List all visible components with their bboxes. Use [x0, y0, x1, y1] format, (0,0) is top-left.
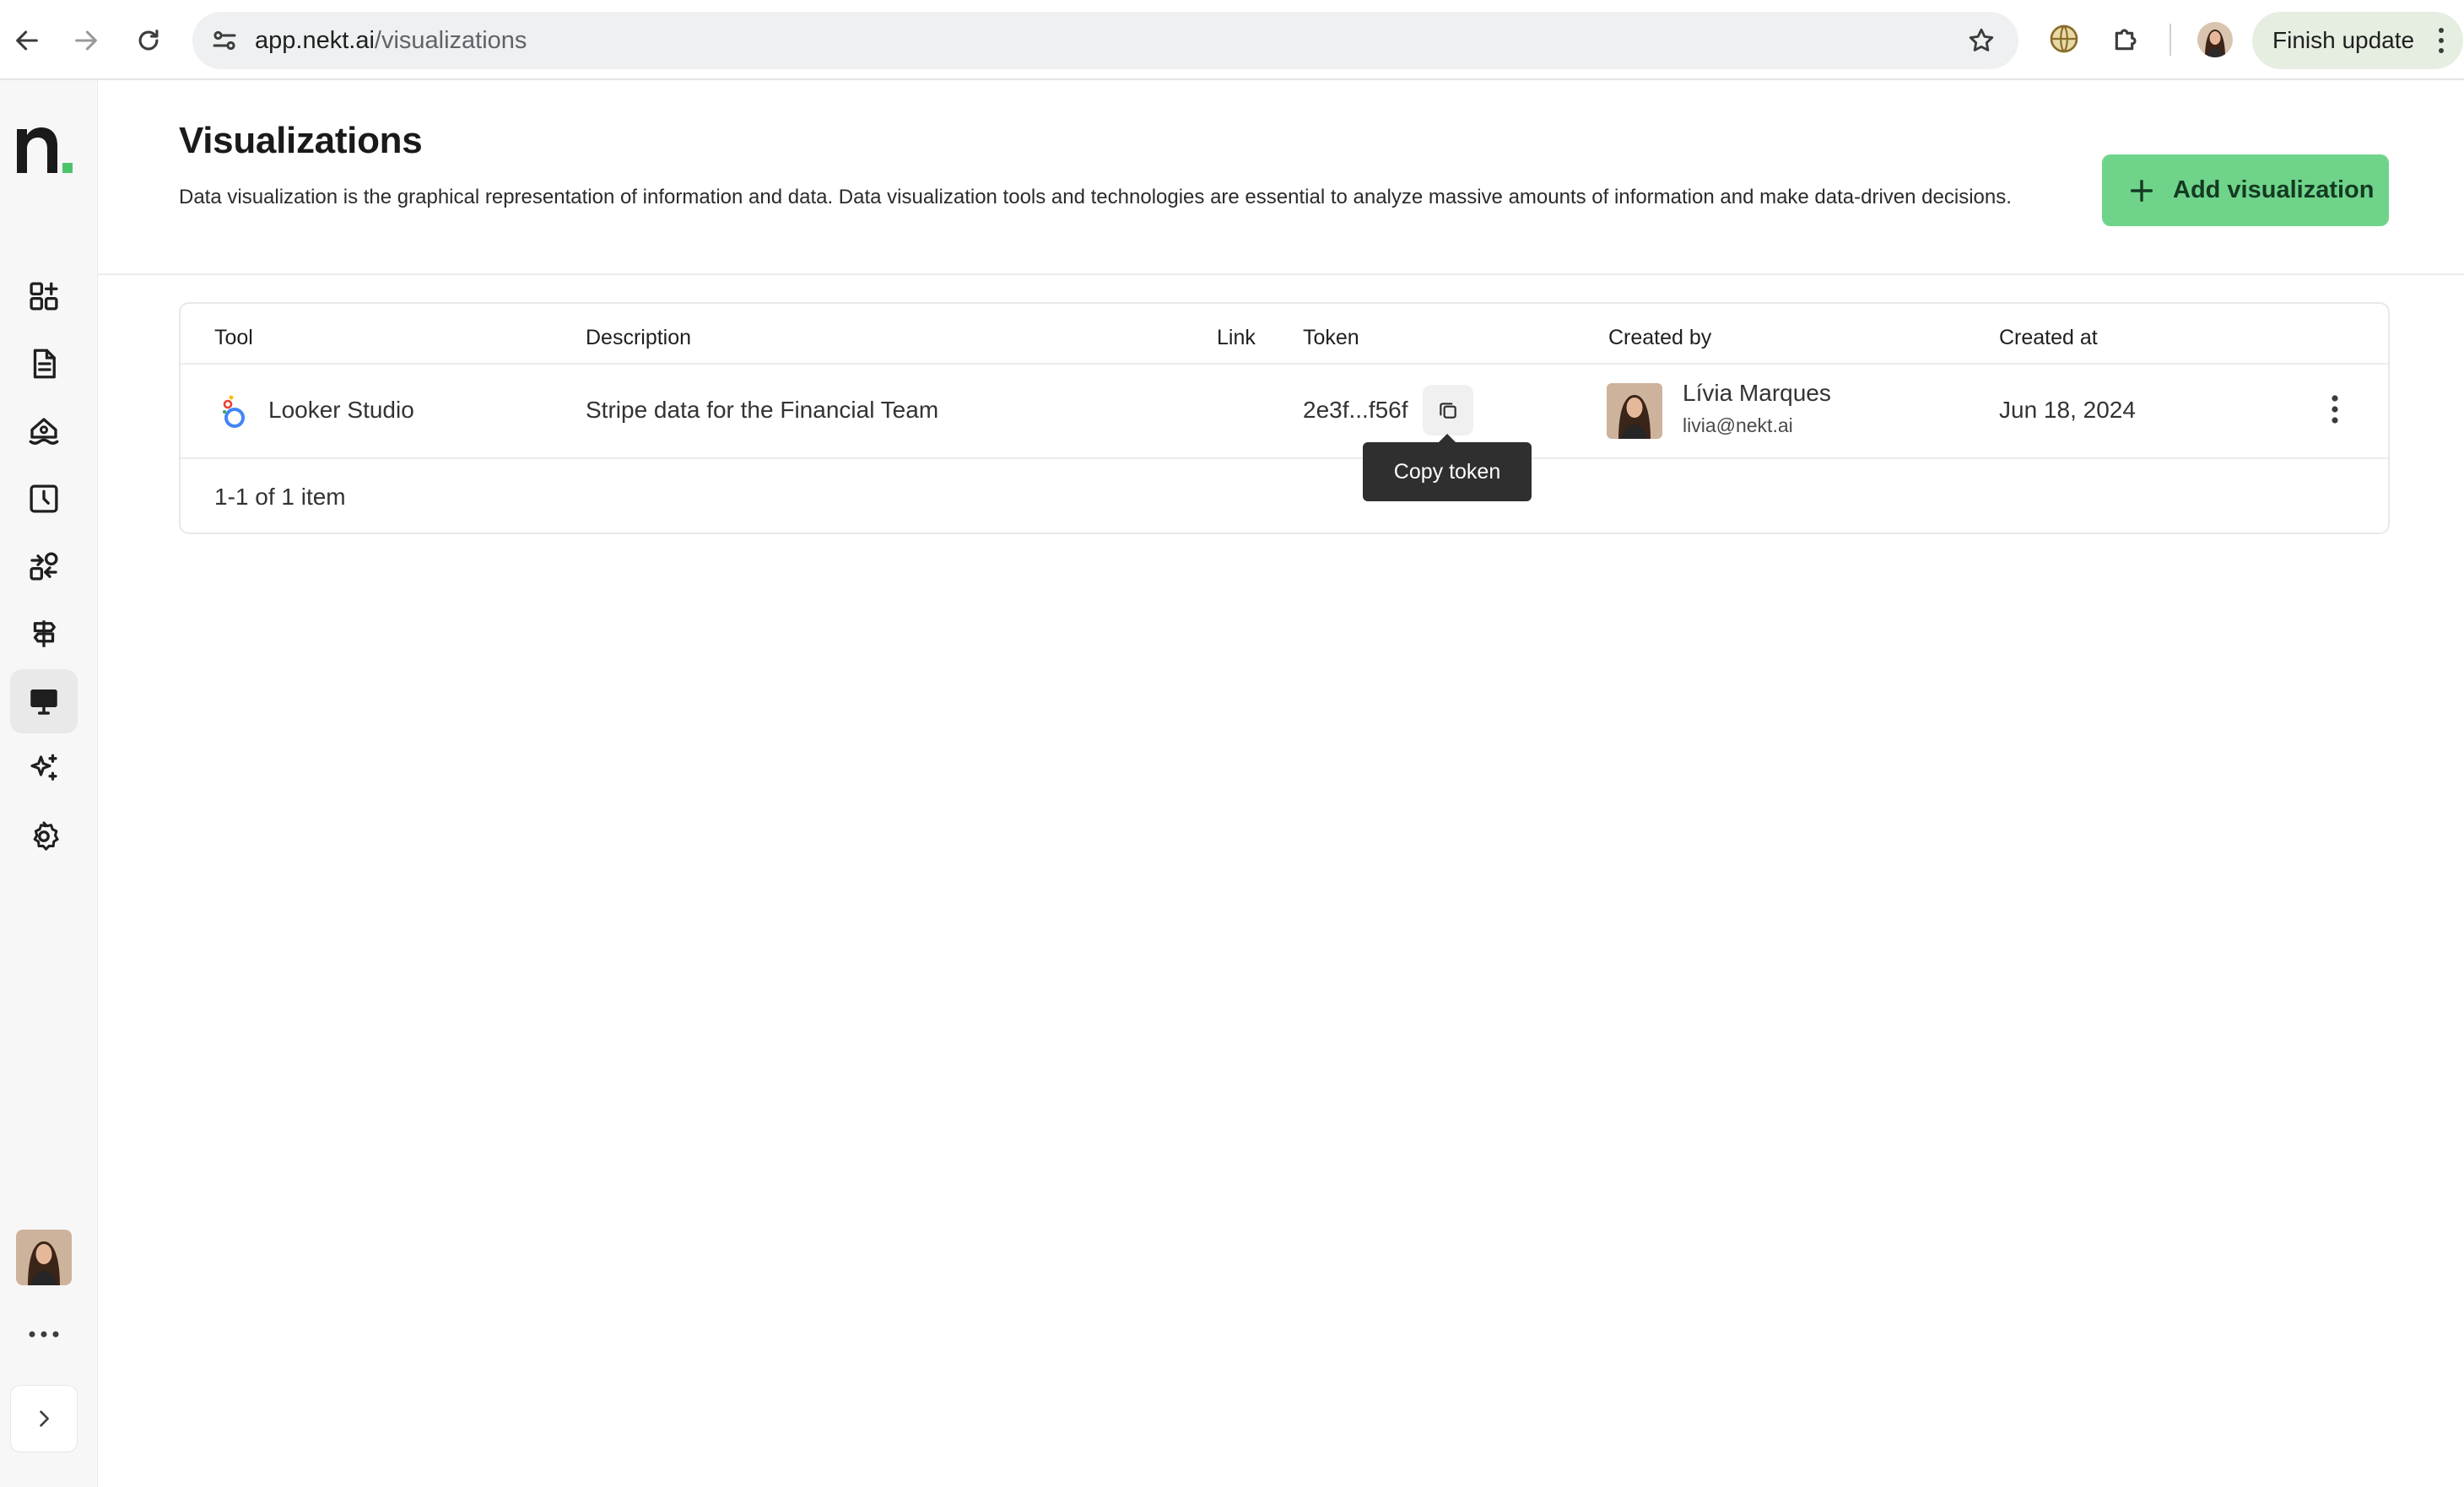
arrow-left-icon: [16, 30, 38, 51]
browser-toolbar: app.nekt.ai/visualizations Finish update: [0, 0, 2464, 80]
visualizations-table: Tool Description Link Token Created by C…: [179, 302, 2390, 534]
bookmark-star-icon[interactable]: [1966, 25, 1997, 56]
visualization-description: Stripe data for the Financial Team: [586, 397, 939, 423]
user-photo-icon: [16, 1230, 72, 1285]
row-divider: [181, 457, 2388, 459]
document-icon: [33, 349, 56, 379]
chevron-right-icon: [40, 1410, 49, 1427]
dashboard-add-icon: [30, 282, 58, 311]
back-button[interactable]: [5, 19, 49, 62]
column-header-link[interactable]: Link: [1217, 321, 1256, 354]
page-description: Data visualization is the graphical repr…: [179, 186, 2012, 208]
creator-photo-icon: [1607, 383, 1662, 439]
header-row-divider: [181, 363, 2388, 365]
copy-token-tooltip: Copy token: [1363, 434, 1532, 501]
sparkles-ai-icon: [30, 754, 57, 781]
sidebar-item-history[interactable]: [10, 467, 78, 531]
site-settings-icon[interactable]: [209, 25, 240, 56]
toolbar-separator: [2170, 24, 2171, 56]
nekt-logo[interactable]: [15, 122, 74, 175]
profile-photo-icon: [2197, 22, 2233, 57]
header-divider: [98, 273, 2464, 275]
looker-studio-icon: [223, 395, 245, 428]
column-header-description[interactable]: Description: [586, 321, 691, 354]
reload-button[interactable]: [127, 19, 170, 62]
page-title: Visualizations: [179, 120, 423, 161]
sidebar-item-catalog[interactable]: [10, 264, 78, 328]
sidebar-item-visualizations[interactable]: [10, 669, 78, 733]
extensions-puzzle-icon[interactable]: [2110, 22, 2143, 56]
sidebar-item-pipelines[interactable]: [10, 602, 78, 666]
copy-icon: [1440, 403, 1456, 419]
copy-token-button[interactable]: [1423, 385, 1473, 435]
lakehouse-icon: [29, 418, 59, 445]
reload-icon: [138, 30, 159, 51]
expand-sidebar-button[interactable]: [10, 1385, 78, 1452]
sidebar-item-lakehouse[interactable]: [10, 399, 78, 463]
creator-name: Lívia Marques: [1683, 380, 1831, 406]
creator-email: livia@nekt.ai: [1683, 414, 1793, 436]
created-at-date: Jun 18, 2024: [1999, 397, 2136, 423]
clock-history-icon: [30, 484, 58, 513]
monitor-icon: [30, 689, 57, 715]
extension-globe-icon[interactable]: [2047, 22, 2081, 56]
forward-button[interactable]: [64, 19, 108, 62]
token-value: 2e3f...f56f: [1303, 397, 1408, 423]
tool-name[interactable]: Looker Studio: [268, 397, 414, 424]
sidebar-item-settings[interactable]: [10, 804, 78, 868]
add-visualization-label: Add visualization: [2173, 176, 2375, 203]
sidebar-item-documents[interactable]: [10, 332, 78, 396]
user-avatar[interactable]: [16, 1230, 72, 1285]
url-text[interactable]: app.nekt.ai/visualizations: [255, 12, 527, 69]
finish-update-label: Finish update: [2272, 27, 2415, 53]
settings-gear-icon: [33, 821, 59, 851]
more-horizontal-icon[interactable]: [24, 1326, 64, 1343]
more-vertical-icon: [2439, 28, 2444, 53]
transformations-icon: [30, 552, 58, 581]
arrow-right-icon: [75, 30, 97, 51]
add-visualization-button[interactable]: Add visualization: [2102, 154, 2389, 226]
row-actions-button[interactable]: [2314, 388, 2356, 430]
url-host: app.nekt.ai: [255, 27, 375, 54]
column-header-tool[interactable]: Tool: [214, 321, 253, 354]
more-vertical-icon: [2332, 395, 2338, 424]
url-path: /visualizations: [374, 27, 527, 54]
profile-avatar[interactable]: [2197, 22, 2233, 57]
sidebar-item-ai[interactable]: [10, 737, 78, 801]
pagination-summary: 1-1 of 1 item: [214, 484, 346, 510]
address-bar[interactable]: app.nekt.ai/visualizations: [192, 12, 2018, 69]
column-header-token[interactable]: Token: [1303, 321, 1359, 354]
signpost-icon: [33, 620, 56, 647]
app-sidebar: [0, 80, 98, 1487]
sidebar-item-transformations[interactable]: [10, 534, 78, 598]
plus-icon: [2130, 179, 2153, 202]
column-header-created-at[interactable]: Created at: [1999, 321, 2098, 354]
finish-update-button[interactable]: Finish update: [2252, 12, 2463, 69]
column-header-created-by[interactable]: Created by: [1608, 321, 1711, 354]
creator-avatar: [1607, 383, 1662, 439]
